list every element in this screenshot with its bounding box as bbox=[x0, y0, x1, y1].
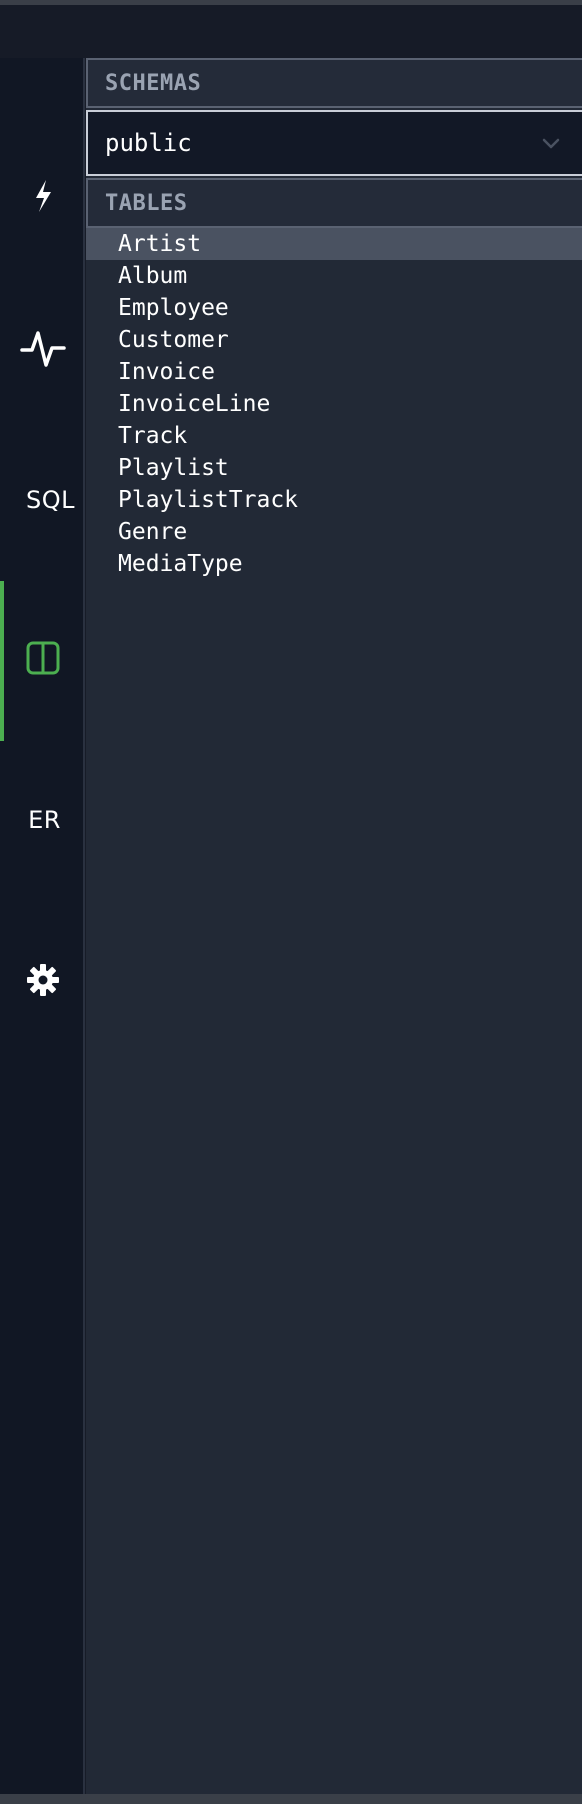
rail-er-label: ER bbox=[28, 806, 61, 834]
rail-er-button[interactable]: ER bbox=[2, 790, 87, 850]
table-item-artist[interactable]: Artist bbox=[86, 228, 582, 260]
schema-select[interactable]: public bbox=[86, 110, 582, 176]
bottom-edge bbox=[0, 1794, 582, 1804]
table-item-album[interactable]: Album bbox=[86, 260, 582, 292]
table-item-mediatype[interactable]: MediaType bbox=[86, 548, 582, 580]
table-item-invoice[interactable]: Invoice bbox=[86, 356, 582, 388]
columns-icon bbox=[25, 640, 61, 680]
rail-sql-label: SQL bbox=[26, 486, 75, 514]
schema-select-value: public bbox=[105, 129, 192, 157]
table-item-invoiceline[interactable]: InvoiceLine bbox=[86, 388, 582, 420]
table-item-customer[interactable]: Customer bbox=[86, 324, 582, 356]
table-item-employee[interactable]: Employee bbox=[86, 292, 582, 324]
table-item-playlist[interactable]: Playlist bbox=[86, 452, 582, 484]
table-item-track[interactable]: Track bbox=[86, 420, 582, 452]
app-window: SQL ER SCHEMAS public TABLES Artist Albu… bbox=[0, 0, 582, 1804]
rail-connect-button[interactable] bbox=[0, 168, 85, 228]
gear-icon bbox=[26, 963, 60, 1001]
nav-rail: SQL ER bbox=[0, 58, 85, 1794]
rail-browser-button[interactable] bbox=[0, 630, 85, 690]
rail-sql-button[interactable]: SQL bbox=[8, 470, 93, 530]
schemas-header: SCHEMAS bbox=[86, 58, 582, 108]
lightning-icon bbox=[28, 178, 58, 218]
tables-list: Artist Album Employee Customer Invoice I… bbox=[86, 228, 582, 580]
schema-browser-panel: SCHEMAS public TABLES Artist Album Emplo… bbox=[86, 58, 582, 1794]
rail-settings-button[interactable] bbox=[0, 952, 85, 1012]
table-item-playlisttrack[interactable]: PlaylistTrack bbox=[86, 484, 582, 516]
title-bar bbox=[0, 0, 582, 58]
table-item-genre[interactable]: Genre bbox=[86, 516, 582, 548]
chevron-down-icon bbox=[540, 132, 562, 154]
rail-activity-button[interactable] bbox=[0, 320, 85, 380]
activity-icon bbox=[19, 327, 66, 373]
tables-header: TABLES bbox=[86, 178, 582, 228]
